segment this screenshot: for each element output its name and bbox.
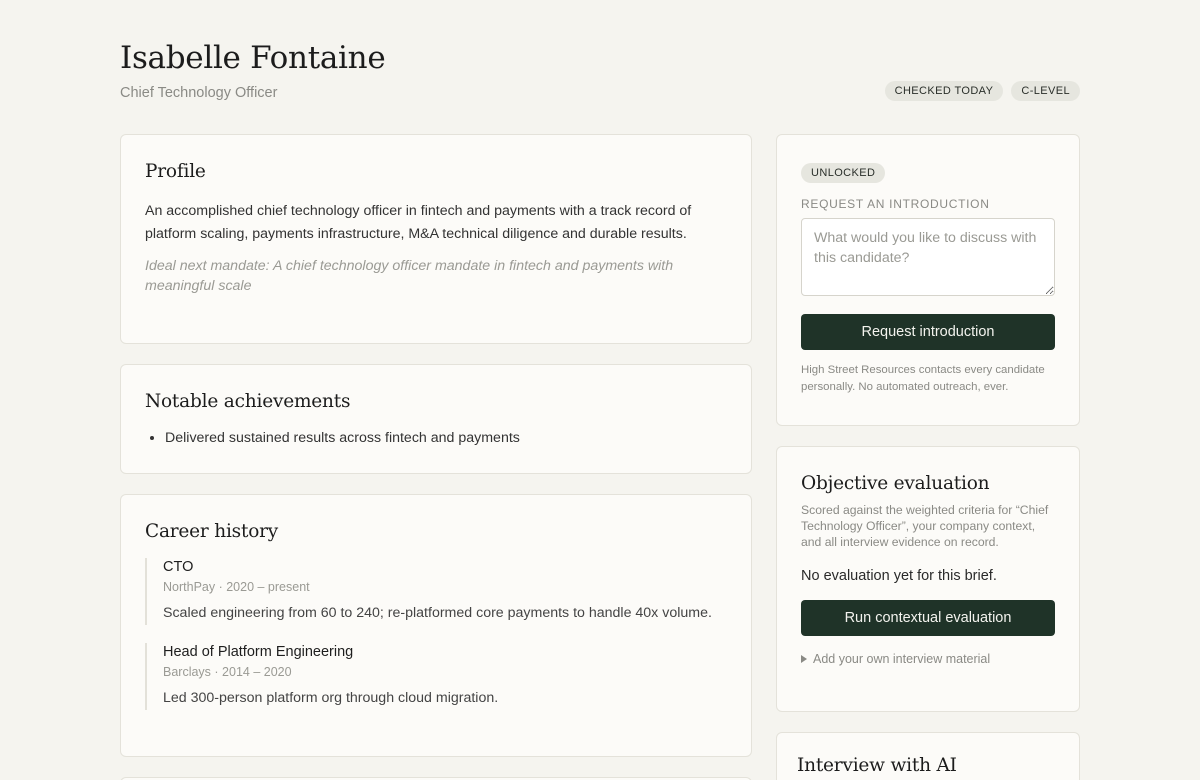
evaluation-heading: Objective evaluation bbox=[801, 473, 990, 494]
unlocked-badge: UNLOCKED bbox=[801, 163, 886, 183]
job-title: CTO bbox=[163, 559, 194, 575]
job-title: Head of Platform Engineering bbox=[163, 644, 354, 660]
profile-card: Profile An accomplished chief technology… bbox=[120, 134, 752, 344]
introduction-message-input[interactable] bbox=[801, 218, 1055, 296]
career-entry: Head of Platform Engineering Barclays · … bbox=[145, 643, 727, 710]
disclosure-triangle-icon bbox=[801, 655, 807, 663]
candidate-header: Isabelle Fontaine Chief Technology Offic… bbox=[120, 40, 1080, 104]
evaluation-status: No evaluation yet for this brief. bbox=[801, 568, 997, 584]
job-meta: NorthPay · 2020 – present bbox=[163, 580, 310, 594]
evaluation-description: Scored against the weighted criteria for… bbox=[801, 503, 1049, 549]
run-evaluation-button[interactable]: Run contextual evaluation bbox=[801, 600, 1055, 636]
interview-card: Interview with AI bbox=[776, 732, 1080, 780]
request-introduction-button[interactable]: Request introduction bbox=[801, 314, 1055, 350]
profile-heading: Profile bbox=[145, 161, 206, 182]
status-badges: CHECKED TODAY C-LEVEL bbox=[884, 81, 1080, 101]
job-description: Scaled engineering from 60 to 240; re-pl… bbox=[163, 605, 712, 621]
achievements-list: Delivered sustained results across finte… bbox=[145, 428, 727, 448]
career-heading: Career history bbox=[145, 521, 279, 542]
list-item: Delivered sustained results across finte… bbox=[165, 428, 727, 448]
achievements-heading: Notable achievements bbox=[145, 391, 351, 412]
evaluation-card: Objective evaluation Scored against the … bbox=[776, 446, 1080, 712]
achievements-card: Notable achievements Delivered sustained… bbox=[120, 364, 752, 474]
interview-heading: Interview with AI bbox=[797, 755, 957, 776]
outreach-note: High Street Resources contacts every can… bbox=[801, 364, 1045, 393]
checked-today-badge: CHECKED TODAY bbox=[884, 81, 1004, 101]
job-description: Led 300-person platform org through clou… bbox=[163, 690, 499, 706]
ideal-mandate: Ideal next mandate: A chief technology o… bbox=[145, 258, 674, 294]
introduction-card: UNLOCKED REQUEST AN INTRODUCTION Request… bbox=[776, 134, 1080, 426]
add-interview-material-label: Add your own interview material bbox=[813, 652, 991, 666]
c-level-badge: C-LEVEL bbox=[1011, 81, 1080, 101]
add-interview-material-toggle[interactable]: Add your own interview material bbox=[801, 652, 1055, 666]
career-entry: CTO NorthPay · 2020 – present Scaled eng… bbox=[145, 558, 727, 625]
request-introduction-label: REQUEST AN INTRODUCTION bbox=[801, 197, 990, 211]
candidate-name: Isabelle Fontaine bbox=[120, 40, 386, 76]
career-history-card: Career history CTO NorthPay · 2020 – pre… bbox=[120, 494, 752, 757]
job-meta: Barclays · 2014 – 2020 bbox=[163, 665, 292, 679]
profile-summary: An accomplished chief technology officer… bbox=[145, 203, 692, 242]
